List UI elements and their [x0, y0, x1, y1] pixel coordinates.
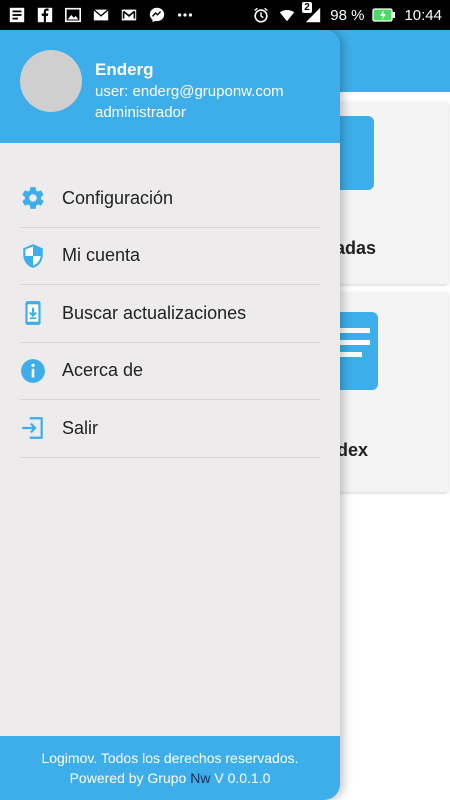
menu-label-configuracion: Configuración: [62, 187, 174, 208]
image-icon: [64, 6, 82, 24]
exit-icon: [20, 415, 46, 441]
menu-label-acerca-de: Acerca de: [62, 360, 144, 381]
battery-icon: [372, 6, 396, 24]
wifi-icon: [278, 6, 296, 24]
messenger-icon: [148, 6, 166, 24]
status-bar: 2 98 % 10:44: [0, 0, 450, 30]
status-left: [8, 6, 194, 24]
gmail-icon: [120, 6, 138, 24]
footer-powered-by: Powered by Grupo Nw V 0.0.1.0: [0, 768, 340, 788]
alarm-icon: [252, 6, 270, 24]
facebook-icon: [36, 6, 54, 24]
gear-icon: [20, 185, 46, 211]
status-right: 2 98 % 10:44: [252, 2, 442, 24]
clock: 10:44: [404, 6, 442, 24]
notification-count: 2: [302, 2, 312, 13]
footer-powered-prefix: Powered by Grupo: [69, 770, 191, 786]
menu-label-buscar-actualizaciones: Buscar actualizaciones: [62, 302, 247, 323]
menu-item-salir[interactable]: Salir: [20, 400, 320, 458]
user-name: Enderg: [95, 60, 154, 79]
mail-icon: [92, 6, 110, 24]
more-dots-icon: [176, 6, 194, 24]
navigation-drawer: Enderg user: enderg@gruponw.com administ…: [0, 30, 340, 800]
drawer-header: Enderg user: enderg@gruponw.com administ…: [0, 30, 340, 143]
footer-copyright: Logimov. Todos los derechos reservados.: [41, 750, 299, 766]
battery-percent: 98 %: [330, 6, 365, 24]
user-email: user: enderg@gruponw.com: [95, 83, 284, 100]
news-icon: [8, 6, 26, 24]
drawer-footer: Logimov. Todos los derechos reservados. …: [0, 736, 340, 800]
avatar[interactable]: [20, 50, 82, 112]
user-role: administrador: [95, 104, 186, 121]
menu-item-configuracion[interactable]: Configuración: [20, 170, 320, 228]
signal-icon: 2: [302, 2, 322, 24]
menu-item-buscar-actualizaciones[interactable]: Buscar actualizaciones: [20, 285, 320, 343]
menu-label-salir: Salir: [62, 417, 99, 438]
menu-label-mi-cuenta: Mi cuenta: [62, 245, 141, 266]
menu-item-acerca-de[interactable]: Acerca de: [20, 343, 320, 400]
footer-brand-nw: Nw: [190, 770, 211, 786]
phone-download-icon: [20, 300, 46, 326]
menu-item-mi-cuenta[interactable]: Mi cuenta: [20, 228, 320, 285]
shield-icon: [20, 243, 46, 269]
drawer-menu: Configuración Mi cuenta Buscar actualiza…: [0, 170, 340, 458]
info-icon: [20, 358, 46, 384]
footer-version: V 0.0.1.0: [210, 770, 271, 786]
